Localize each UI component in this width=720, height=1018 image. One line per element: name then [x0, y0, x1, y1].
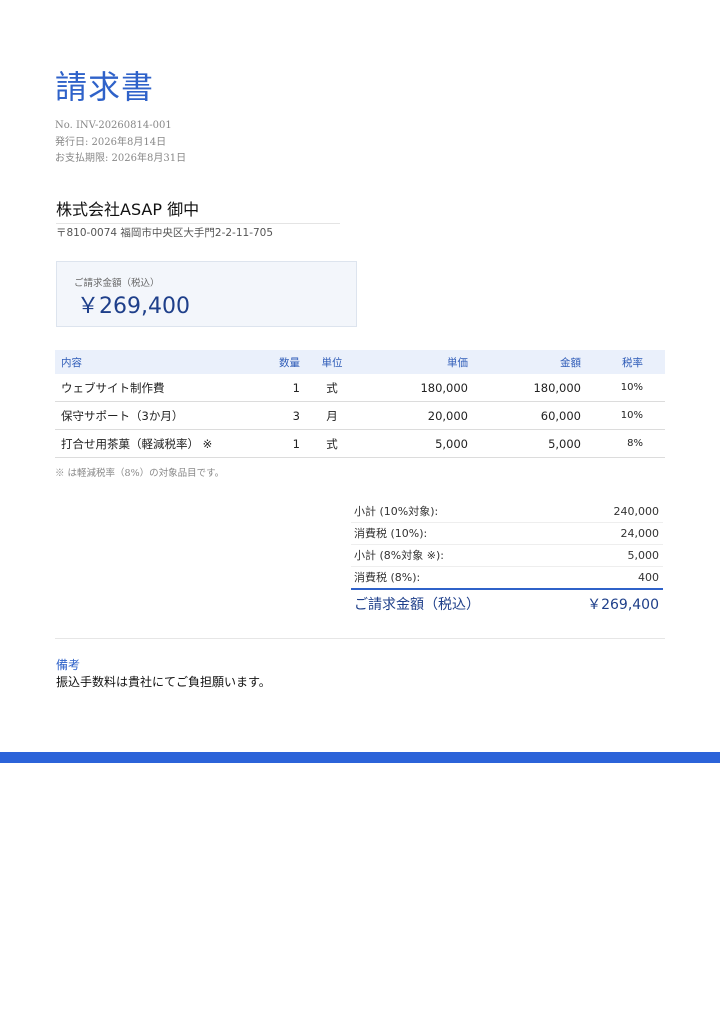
item-unit-price: 180,000 [356, 374, 472, 402]
total-amount-label: ご請求金額（税込） [74, 278, 160, 289]
invoice-title: 請求書 [55, 68, 155, 106]
header-quantity: 数量 [240, 350, 308, 374]
summary-label: 消費税 (10%): [354, 527, 428, 540]
item-amount: 60,000 [472, 401, 585, 430]
item-tax-rate: 10% [585, 374, 665, 402]
summary-value: 5,000 [627, 549, 660, 562]
footer-accent-bar [0, 752, 720, 763]
item-unit-price: 5,000 [356, 429, 472, 458]
summary-row: 消費税 (10%): 24,000 [351, 523, 663, 545]
item-unit: 式 [308, 374, 356, 402]
remarks-text: 振込手数料は貴社にてご負担願います。 [56, 675, 271, 689]
items-table: 内容 数量 単位 単価 金額 税率 ウェブサイト制作費 1 式 180,000 … [55, 350, 665, 458]
summary-row: 消費税 (8%): 400 [351, 567, 663, 590]
total-amount-value: ￥269,400 [77, 294, 190, 319]
client-name: 株式会社ASAP 御中 [56, 200, 200, 219]
item-tax-rate: 10% [585, 401, 665, 430]
issue-date: 発行日: 2026年8月14日 [55, 136, 167, 148]
item-description: 打合せ用茶菓（軽減税率） ※ [55, 429, 240, 458]
summary-label: 小計 (8%対象 ※): [354, 549, 444, 562]
item-amount: 5,000 [472, 429, 585, 458]
summary-label: 小計 (10%対象): [354, 505, 439, 518]
header-amount: 金額 [472, 350, 585, 374]
client-address: 〒810-0074 福岡市中央区大手門2-2-11-705 [56, 227, 274, 239]
client-underline [56, 223, 340, 224]
summary-label: 消費税 (8%): [354, 571, 421, 584]
table-row: 保守サポート（3か月） 3 月 20,000 60,000 10% [55, 401, 665, 430]
table-row: ウェブサイト制作費 1 式 180,000 180,000 10% [55, 374, 665, 402]
invoice-number: No. INV-20260814-001 [55, 120, 172, 131]
item-unit: 月 [308, 401, 356, 430]
item-unit-price: 20,000 [356, 401, 472, 430]
header-tax-rate: 税率 [585, 350, 665, 374]
summary-table: 小計 (10%対象): 240,000 消費税 (10%): 24,000 小計… [351, 501, 663, 620]
grand-total-label: ご請求金額（税込） [354, 597, 480, 613]
invoice-meta: No. INV-20260814-001 発行日: 2026年8月14日 お支払… [55, 118, 186, 168]
item-tax-rate: 8% [585, 429, 665, 458]
section-divider [55, 638, 665, 639]
item-description: ウェブサイト制作費 [55, 374, 240, 402]
table-row: 打合せ用茶菓（軽減税率） ※ 1 式 5,000 5,000 8% [55, 429, 665, 458]
item-description: 保守サポート（3か月） [55, 401, 240, 430]
item-amount: 180,000 [472, 374, 585, 402]
summary-row: 小計 (8%対象 ※): 5,000 [351, 545, 663, 567]
summary-value: 240,000 [613, 505, 660, 518]
summary-value: 400 [638, 571, 659, 584]
item-unit: 式 [308, 429, 356, 458]
remarks-heading: 備考 [56, 658, 81, 672]
due-date: お支払期限: 2026年8月31日 [55, 153, 187, 164]
header-unit: 単位 [308, 350, 356, 374]
header-unit-price: 単価 [356, 350, 472, 374]
summary-row: 小計 (10%対象): 240,000 [351, 501, 663, 523]
grand-total-value: ￥269,400 [587, 597, 659, 613]
total-amount-box: ご請求金額（税込） ￥269,400 [56, 261, 357, 327]
item-quantity: 1 [240, 429, 308, 458]
summary-value: 24,000 [620, 527, 660, 540]
reduced-tax-note: ※ は軽減税率（8%）の対象品目です。 [55, 468, 225, 479]
items-table-header: 内容 数量 単位 単価 金額 税率 [55, 350, 665, 374]
item-quantity: 1 [240, 374, 308, 402]
item-quantity: 3 [240, 401, 308, 430]
grand-total-row: ご請求金額（税込） ￥269,400 [351, 590, 663, 620]
header-description: 内容 [55, 350, 240, 374]
